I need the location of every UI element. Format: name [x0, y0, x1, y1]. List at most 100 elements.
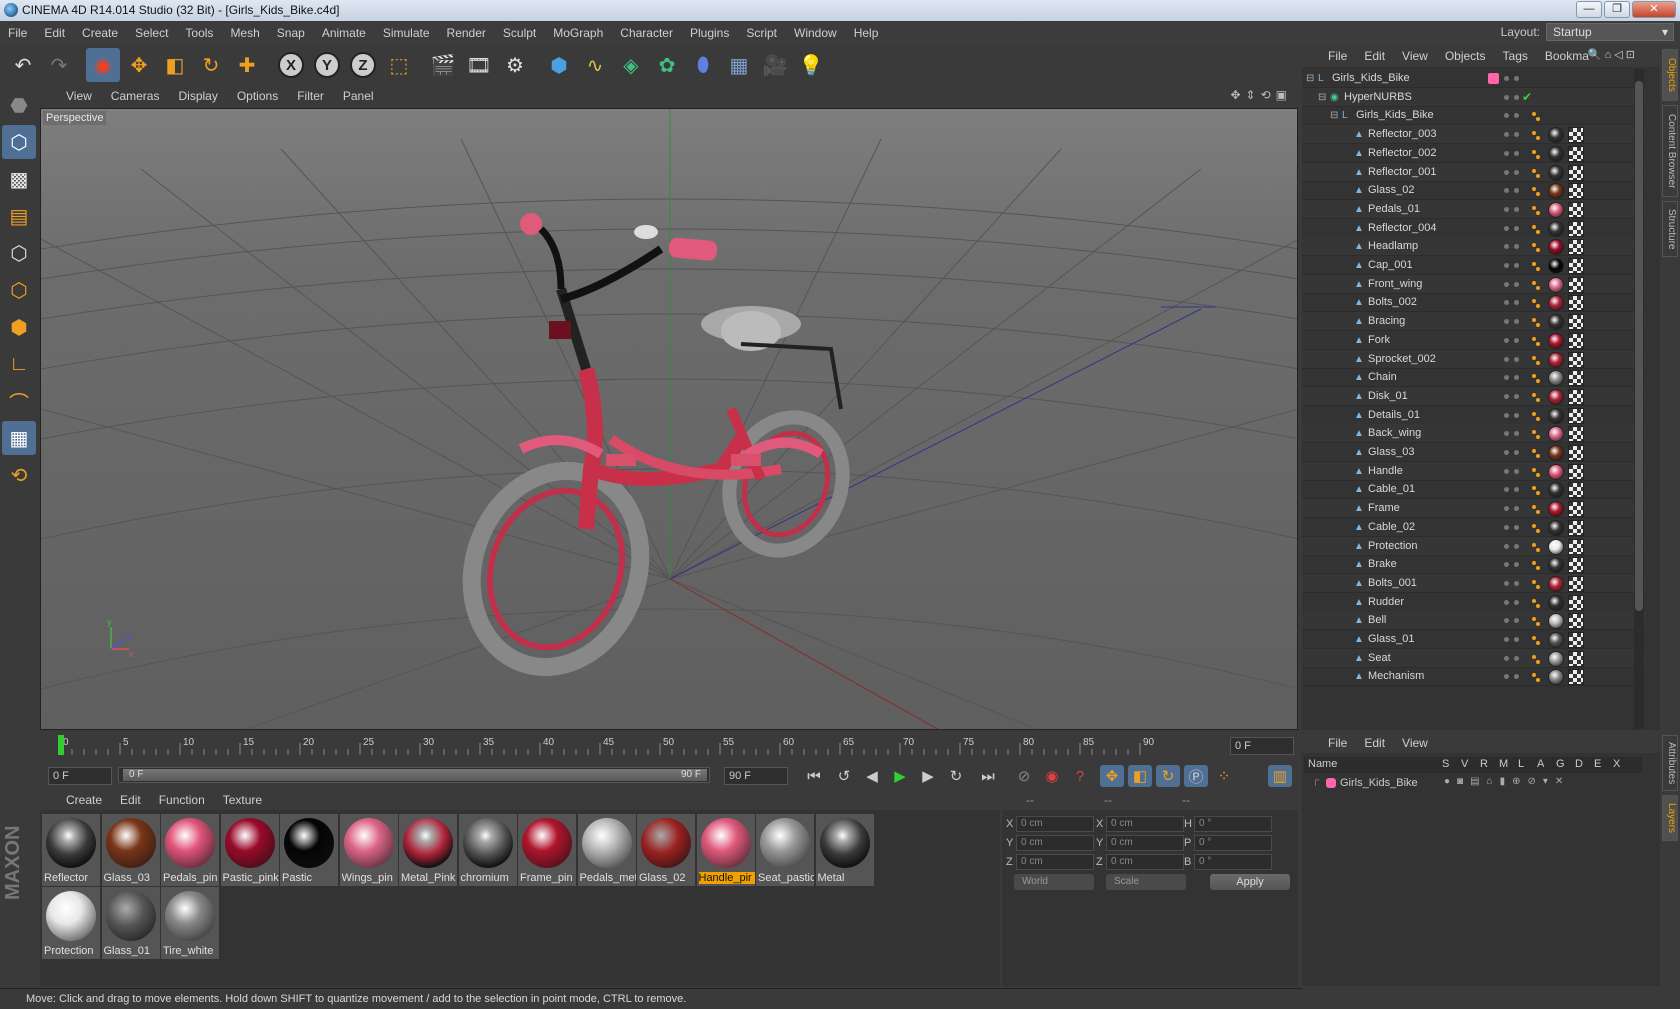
select-tool-icon[interactable]: ◉ — [86, 48, 120, 82]
scale-tool-icon[interactable]: ◧ — [158, 48, 192, 82]
phong-tag-icon[interactable] — [1532, 634, 1540, 646]
material-swatch[interactable]: Glass_02 — [637, 814, 695, 886]
object-list-scrollbar[interactable] — [1634, 69, 1644, 729]
viewport[interactable]: y x z Perspective — [40, 108, 1298, 730]
tweak-icon[interactable]: ⌒ — [2, 384, 36, 418]
z-axis-lock-icon[interactable]: Z — [346, 48, 380, 82]
object-menu-file[interactable]: File — [1328, 49, 1347, 63]
coord-a-field[interactable]: 0 cm — [1016, 816, 1094, 832]
material-swatch[interactable]: Reflector — [42, 814, 100, 886]
material-tag-icon[interactable] — [1548, 351, 1564, 368]
object-row[interactable]: ⊟ ◉ HyperNURBS ✔ — [1302, 87, 1646, 107]
uvw-tag-icon[interactable] — [1568, 183, 1584, 200]
object-row[interactable]: ▲ Frame — [1302, 499, 1646, 519]
material-tag-icon[interactable] — [1548, 258, 1564, 274]
visibility-dots[interactable] — [1502, 393, 1526, 401]
object-row[interactable]: ▲ Mechanism — [1302, 667, 1646, 687]
layer-column-a[interactable]: A — [1537, 758, 1544, 770]
visibility-dots[interactable] — [1502, 599, 1526, 607]
object-menu-objects[interactable]: Objects — [1445, 49, 1486, 63]
uvw-tag-icon[interactable] — [1568, 482, 1584, 499]
phong-tag-icon[interactable] — [1532, 335, 1540, 347]
world-dropdown[interactable]: World — [1014, 874, 1094, 890]
visibility-dots[interactable] — [1502, 486, 1526, 494]
phong-tag-icon[interactable] — [1532, 129, 1540, 141]
phong-tag-icon[interactable] — [1532, 260, 1540, 272]
phong-tag-icon[interactable] — [1532, 241, 1540, 253]
key-pla-icon[interactable]: ⁘ — [1212, 765, 1236, 787]
layer-column-l[interactable]: L — [1518, 758, 1524, 770]
phong-tag-icon[interactable] — [1532, 597, 1540, 609]
object-menu-tags[interactable]: Tags — [1503, 49, 1528, 63]
material-swatch[interactable]: Tire_white — [161, 887, 219, 959]
object-row[interactable]: ▲ Glass_03 — [1302, 443, 1646, 462]
phong-tag-icon[interactable] — [1532, 148, 1540, 160]
phong-tag-icon[interactable] — [1532, 522, 1540, 534]
visibility-dots[interactable] — [1502, 169, 1526, 177]
visibility-dots[interactable] — [1502, 337, 1526, 345]
phong-tag-icon[interactable] — [1532, 541, 1540, 553]
material-swatch[interactable]: Glass_03 — [101, 814, 160, 886]
visibility-dots[interactable] — [1502, 468, 1526, 476]
previous-key-icon[interactable]: ↺ — [832, 765, 856, 787]
material-tag-icon[interactable] — [1548, 594, 1564, 611]
visibility-dots[interactable] — [1502, 318, 1526, 326]
object-row[interactable]: ▲ Sprocket_002 — [1302, 349, 1646, 369]
viewport-menu-options[interactable]: Options — [237, 89, 278, 103]
scene-floor-icon[interactable]: ▦ — [722, 48, 756, 82]
layer-color-tag[interactable] — [1488, 73, 1499, 84]
render-picture-viewer-icon[interactable]: 🎞 — [462, 48, 496, 82]
layer-color-swatch[interactable] — [1326, 778, 1336, 788]
uvw-tag-icon[interactable] — [1568, 276, 1584, 293]
uvw-tag-icon[interactable] — [1568, 407, 1584, 424]
x-axis-lock-icon[interactable]: X — [274, 48, 308, 82]
maximize-button[interactable]: ❐ — [1604, 1, 1630, 18]
key-scale-icon[interactable]: ◧ — [1128, 765, 1152, 787]
phong-tag-icon[interactable] — [1532, 428, 1540, 440]
uvw-tag-icon[interactable] — [1568, 501, 1584, 518]
rotate-tool-icon[interactable]: ↻ — [194, 48, 228, 82]
menu-create[interactable]: Create — [82, 26, 118, 40]
object-row[interactable]: ▲ Reflector_004 — [1302, 219, 1646, 238]
nurbs-icon[interactable]: ◈ — [614, 48, 648, 82]
layer-column-m[interactable]: M — [1499, 758, 1508, 770]
visibility-dots[interactable] — [1502, 112, 1526, 120]
material-tag-icon[interactable] — [1548, 332, 1564, 349]
material-tag-icon[interactable] — [1548, 388, 1564, 405]
move-tool-icon[interactable]: ✥ — [122, 48, 156, 82]
material-menu-texture[interactable]: Texture — [223, 793, 262, 807]
visibility-dots[interactable] — [1502, 281, 1526, 289]
material-tag-icon[interactable] — [1548, 650, 1564, 667]
object-row[interactable]: ▲ Headlamp — [1302, 237, 1646, 257]
viewport-menu-view[interactable]: View — [66, 89, 92, 103]
close-button[interactable]: ✕ — [1632, 1, 1676, 18]
object-row[interactable]: ▲ Bolts_002 — [1302, 293, 1646, 313]
render-settings-icon[interactable]: ⚙ — [498, 48, 532, 82]
object-row[interactable]: ▲ Pedals_01 — [1302, 199, 1646, 219]
layers-tab[interactable]: Layers — [1662, 795, 1678, 841]
layer-column-s[interactable]: S — [1442, 758, 1449, 770]
phong-tag-icon[interactable] — [1532, 466, 1540, 478]
key-rotation-icon[interactable]: ↻ — [1156, 765, 1180, 787]
key-position-icon[interactable]: ✥ — [1100, 765, 1124, 787]
material-swatch[interactable]: Pastic — [280, 814, 338, 886]
playhead[interactable] — [58, 735, 64, 755]
layer-column-d[interactable]: D — [1575, 758, 1583, 770]
object-menu-view[interactable]: View — [1402, 49, 1428, 63]
layer-menu-edit[interactable]: Edit — [1364, 736, 1385, 750]
keyframe-help-icon[interactable]: ? — [1068, 765, 1092, 787]
material-tag-icon[interactable] — [1548, 613, 1564, 630]
visibility-dots[interactable] — [1502, 412, 1526, 420]
coord-b-field[interactable]: 0 cm — [1106, 835, 1184, 851]
material-tag-icon[interactable] — [1548, 463, 1564, 480]
layer-menu-file[interactable]: File — [1328, 736, 1347, 750]
texture-mode-icon[interactable]: ▩ — [2, 162, 36, 196]
uvw-tag-icon[interactable] — [1568, 445, 1584, 461]
phong-tag-icon[interactable] — [1532, 223, 1540, 235]
phong-tag-icon[interactable] — [1532, 578, 1540, 590]
uvw-tag-icon[interactable] — [1568, 164, 1584, 181]
object-row[interactable]: ▲ Cable_01 — [1302, 480, 1646, 500]
start-frame-field[interactable]: 0 F — [48, 767, 112, 785]
object-row[interactable]: ⊟ L Girls_Kids_Bike — [1302, 69, 1646, 88]
spline-icon[interactable]: ∿ — [578, 48, 612, 82]
